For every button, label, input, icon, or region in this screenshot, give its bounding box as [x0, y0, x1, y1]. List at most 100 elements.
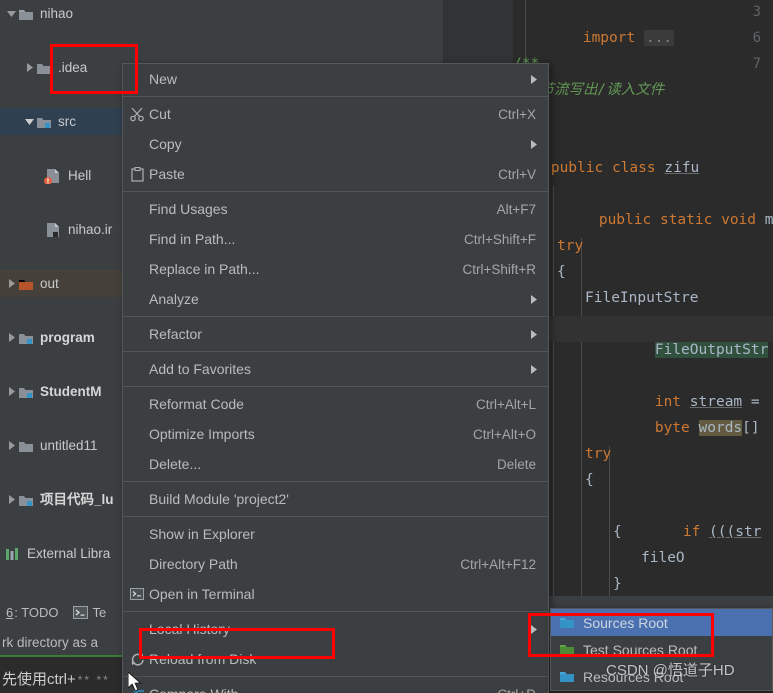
folder-excluded-icon [18, 277, 34, 291]
folder-module-icon [18, 331, 34, 345]
menu-item-replace-in-path[interactable]: Replace in Path... Ctrl+Shift+R [123, 254, 548, 284]
tree-item-label: nihao [40, 6, 74, 21]
chevron-right-icon[interactable] [4, 324, 18, 351]
tree-item-label: program [40, 330, 95, 345]
menu-item-copy[interactable]: Copy [123, 129, 548, 159]
menu-accel: Ctrl+Alt+F12 [460, 556, 536, 572]
menu-accel: Ctrl+V [498, 166, 536, 182]
code-token-words-var: words [698, 420, 743, 436]
java-class-error-icon [44, 168, 62, 184]
notification-text: rk directory as a [2, 634, 99, 650]
context-menu[interactable]: New Cut Ctrl+X Copy Paste Ctrl+V Find Us… [122, 63, 549, 693]
chevron-down-icon[interactable] [22, 108, 36, 135]
menu-item-open-in-terminal[interactable]: Open in Terminal [123, 579, 548, 609]
menu-item-compare-with[interactable]: Compare With... Ctrl+D [123, 679, 548, 693]
menu-item-reformat-code[interactable]: Reformat Code Ctrl+Alt+L [123, 389, 548, 419]
chevron-right-icon[interactable] [4, 432, 18, 459]
bottom-hint-text: 先使用ctrl+ [2, 671, 76, 688]
menu-accel: Delete [496, 456, 536, 472]
code-token-brackets: [] [742, 420, 760, 436]
menu-separator [123, 191, 548, 192]
menu-item-paste[interactable]: Paste Ctrl+V [123, 159, 548, 189]
folder-sources-icon [36, 115, 52, 129]
chevron-down-icon[interactable] [4, 0, 18, 27]
menu-item-directory-path[interactable]: Directory Path Ctrl+Alt+F12 [123, 549, 548, 579]
tree-item-label: External Libra [27, 546, 111, 561]
tree-item-label: nihao.ir [68, 222, 113, 237]
menu-item-analyze[interactable]: Analyze [123, 284, 548, 314]
submenu-arrow-icon [530, 326, 538, 342]
bottom-hint-masked: ** ** [77, 673, 110, 687]
chevron-right-icon[interactable] [22, 54, 36, 81]
code-brace: } [613, 576, 622, 592]
code-token-fileinputstream: FileInputStre [585, 290, 699, 306]
code-token-classname: zifu [664, 160, 700, 176]
menu-accel: Ctrl+Shift+F [463, 231, 536, 247]
menu-accel: Ctrl+Shift+R [462, 261, 536, 277]
menu-accel: Alt+F7 [496, 201, 536, 217]
code-token-main: ma [764, 212, 773, 228]
code-token-public: public [598, 212, 652, 228]
library-icon [5, 547, 21, 561]
menu-separator [123, 516, 548, 517]
folder-grey-icon [36, 61, 52, 75]
folder-grey-icon [18, 439, 34, 453]
code-token-public: public [550, 160, 604, 176]
folder-module-icon [18, 385, 34, 399]
tree-row[interactable]: nihao [0, 0, 443, 27]
menu-separator [123, 676, 548, 677]
code-token-if-rest: (((str [709, 524, 762, 540]
menu-separator [123, 611, 548, 612]
tree-item-label: out [40, 276, 59, 291]
menu-item-show-in-explorer[interactable]: Show in Explorer [123, 519, 548, 549]
menu-item-refactor[interactable]: Refactor [123, 319, 548, 349]
chevron-right-icon[interactable] [4, 270, 18, 297]
menu-accel: Ctrl+X [498, 106, 536, 122]
submenu-arrow-icon [530, 136, 538, 152]
code-token-class: class [611, 160, 656, 176]
code-token-byte: byte [654, 420, 690, 436]
menu-separator [123, 316, 548, 317]
folder-blue-icon [559, 616, 575, 629]
submenu-item-sources-root[interactable]: Sources Root [551, 609, 772, 636]
code-brace: { [557, 264, 566, 280]
menu-item-delete[interactable]: Delete... Delete [123, 449, 548, 479]
csdn-watermark: CSDN @悟道子HD [606, 662, 735, 679]
folder-grey-icon [18, 7, 34, 21]
menu-accel: Ctrl+Alt+O [472, 426, 536, 442]
chevron-right-icon[interactable] [4, 378, 18, 405]
code-text-area[interactable]: import ... /** 字节流写出/读入文件 */ public clas… [513, 0, 773, 596]
tree-item-label: src [58, 114, 76, 129]
folder-green-icon [559, 643, 575, 656]
folder-blue-icon [559, 670, 575, 683]
menu-item-new[interactable]: New [123, 64, 548, 94]
code-token-static: static [659, 212, 713, 228]
menu-separator [123, 351, 548, 352]
menu-separator [123, 96, 548, 97]
menu-item-optimize-imports[interactable]: Optimize Imports Ctrl+Alt+O [123, 419, 548, 449]
menu-separator [123, 386, 548, 387]
menu-item-build-module[interactable]: Build Module 'project2' [123, 484, 548, 514]
menu-item-cut[interactable]: Cut Ctrl+X [123, 99, 548, 129]
menu-item-find-usages[interactable]: Find Usages Alt+F7 [123, 194, 548, 224]
status-terminal[interactable]: Te [72, 605, 106, 620]
java-file-icon [44, 222, 62, 238]
submenu-arrow-icon [530, 361, 538, 377]
menu-accel: Ctrl+Alt+L [475, 396, 536, 412]
mouse-cursor [127, 670, 144, 693]
tree-item-label: untitled11 [40, 438, 98, 453]
folder-module-icon [18, 493, 34, 507]
status-todo[interactable]: 66: TODO: TODO [6, 605, 59, 620]
menu-item-find-in-path[interactable]: Find in Path... Ctrl+Shift+F [123, 224, 548, 254]
menu-item-add-to-favorites[interactable]: Add to Favorites [123, 354, 548, 384]
terminal-icon [72, 606, 88, 619]
menu-item-reload-from-disk[interactable]: Reload from Disk [123, 644, 548, 674]
tree-item-label: 项目代码_lu [40, 492, 114, 507]
code-token-if: if [682, 524, 701, 540]
submenu-arrow-icon [530, 291, 538, 307]
code-token-void: void [721, 212, 757, 228]
chevron-right-icon[interactable] [4, 486, 18, 513]
menu-item-local-history[interactable]: Local History [123, 614, 548, 644]
clipboard-icon [128, 159, 146, 189]
submenu-arrow-icon [530, 621, 538, 637]
